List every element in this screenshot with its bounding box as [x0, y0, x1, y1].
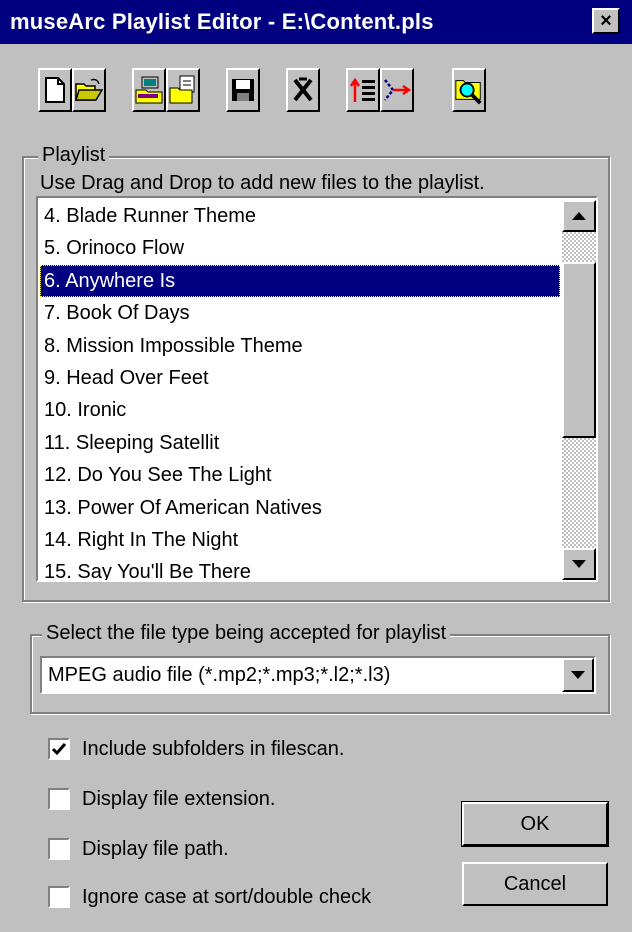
display-extension-label: Display file extension.: [82, 787, 276, 810]
option-ignore-case[interactable]: Ignore case at sort/double check: [48, 884, 371, 910]
ignore-case-checkbox[interactable]: [48, 886, 70, 908]
playlist-item[interactable]: 5. Orinoco Flow: [40, 232, 560, 264]
search-icon: [455, 80, 482, 105]
find-files-button[interactable]: [452, 68, 486, 112]
merge-duplicates-button[interactable]: [380, 68, 414, 112]
new-file-icon: [45, 77, 65, 103]
sort-playlist-button[interactable]: [346, 68, 380, 112]
option-display-extension[interactable]: Display file extension.: [48, 786, 275, 812]
checkmark-icon: [52, 743, 66, 755]
playlist-item[interactable]: 13. Power Of American Natives: [40, 492, 560, 524]
scroll-down-button[interactable]: [562, 548, 596, 580]
playlist-editor-window: museArc Playlist Editor - E:\Content.pls…: [0, 0, 632, 932]
new-playlist-button[interactable]: [38, 68, 72, 112]
playlist-listbox[interactable]: 4. Blade Runner Theme 5. Orinoco Flow 6. A…: [36, 196, 598, 582]
display-path-label: Display file path.: [82, 837, 229, 860]
playlist-item[interactable]: 4. Blade Runner Theme: [40, 200, 560, 232]
playlist-item[interactable]: 10. Ironic: [40, 394, 560, 426]
filetype-dropdown-button[interactable]: [562, 658, 594, 692]
option-display-path[interactable]: Display file path.: [48, 836, 229, 862]
close-icon: ×: [600, 10, 612, 32]
delete-entry-button[interactable]: [286, 68, 320, 112]
delete-icon: [293, 77, 313, 102]
include-subfolders-checkbox[interactable]: [48, 738, 70, 760]
playlist-item[interactable]: 12. Do You See The Light: [40, 459, 560, 491]
option-include-subfolders[interactable]: Include subfolders in filescan.: [48, 736, 344, 762]
arrow-down-icon: [572, 560, 586, 568]
chevron-down-icon: [571, 671, 585, 679]
save-playlist-button[interactable]: [226, 68, 260, 112]
filetype-group-label: Select the file type being accepted for …: [42, 622, 451, 644]
add-network-files-button[interactable]: [132, 68, 166, 112]
playlist-item[interactable]: 8. Mission Impossible Theme: [40, 330, 560, 362]
playlist-group-label: Playlist: [38, 144, 110, 166]
window-title: museArc Playlist Editor - E:\Content.pls: [10, 9, 434, 34]
playlist-item[interactable]: 6. Anywhere Is: [40, 264, 560, 298]
include-subfolders-label: Include subfolders in filescan.: [82, 737, 345, 760]
close-button[interactable]: ×: [592, 8, 620, 34]
display-extension-checkbox[interactable]: [48, 788, 70, 810]
open-folder-icon: [75, 78, 103, 101]
playlist-items: 4. Blade Runner Theme 5. Orinoco Flow 6. A…: [40, 200, 560, 580]
playlist-hint: Use Drag and Drop to add new files to th…: [40, 172, 485, 194]
playlist-item[interactable]: 11. Sleeping Satellit: [40, 427, 560, 459]
display-path-checkbox[interactable]: [48, 838, 70, 860]
copy-files-button[interactable]: [166, 68, 200, 112]
cancel-button[interactable]: Cancel: [462, 862, 608, 906]
cancel-button-label: Cancel: [503, 872, 567, 895]
network-drive-icon: [135, 76, 163, 104]
filetype-selected-value: MPEG audio file (*.mp2;*.mp3;*.l2;*.l3): [48, 664, 391, 686]
arrow-up-icon: [572, 212, 586, 220]
playlist-item[interactable]: 9. Head Over Feet: [40, 362, 560, 394]
playlist-item[interactable]: 15. Say You'll Be There: [40, 556, 560, 580]
filetype-select[interactable]: MPEG audio file (*.mp2;*.mp3;*.l2;*.l3): [40, 656, 596, 694]
sort-icon: [349, 77, 375, 102]
title-bar[interactable]: museArc Playlist Editor - E:\Content.pls…: [0, 0, 632, 44]
copy-files-icon: [169, 75, 195, 104]
scroll-up-button[interactable]: [562, 200, 596, 232]
open-playlist-button[interactable]: [72, 68, 106, 112]
ignore-case-label: Ignore case at sort/double check: [82, 885, 372, 908]
save-icon: [232, 79, 254, 101]
ok-button-label: OK: [520, 812, 550, 835]
scroll-thumb[interactable]: [562, 262, 596, 438]
merge-icon: [384, 79, 411, 101]
playlist-item[interactable]: 14. Right In The Night: [40, 524, 560, 556]
playlist-item[interactable]: 7. Book Of Days: [40, 297, 560, 329]
playlist-scrollbar[interactable]: [562, 200, 596, 580]
ok-button[interactable]: OK: [461, 801, 609, 847]
